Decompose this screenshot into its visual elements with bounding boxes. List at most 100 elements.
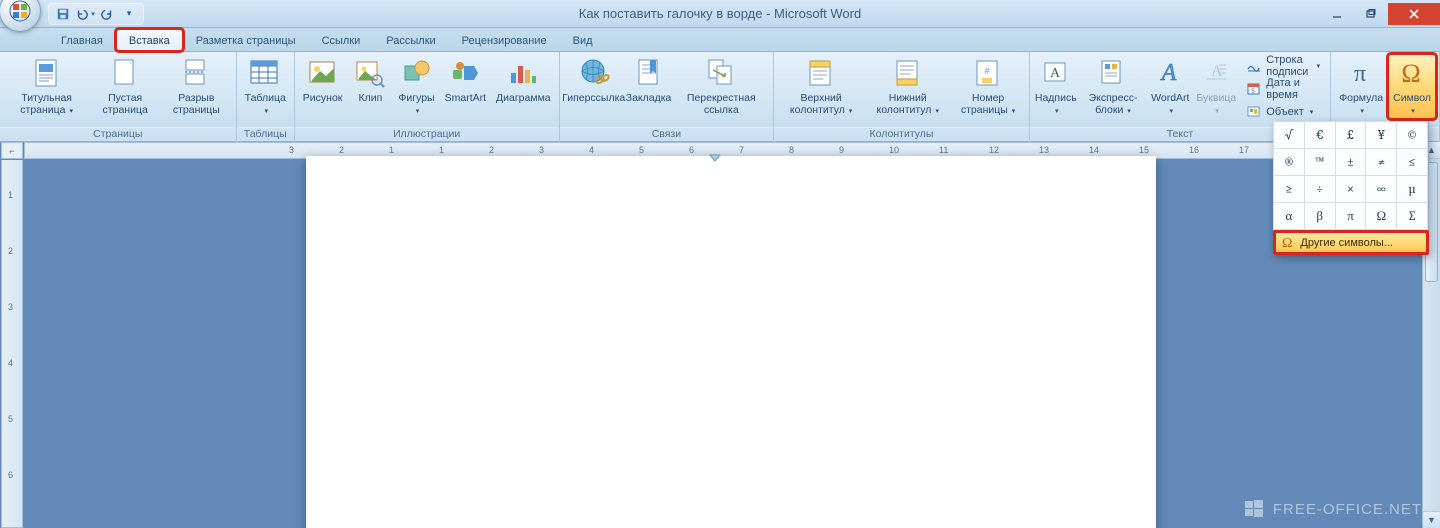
qat-customize[interactable]: ▾ [119,5,139,23]
symbol-cell[interactable]: ≥ [1273,175,1305,203]
equation-button[interactable]: π Формула▾ [1334,54,1388,119]
ruler-corner[interactable]: ⌐ [1,142,23,159]
shapes-label: Фигуры [398,92,434,104]
chart-button[interactable]: Диаграмма [491,54,556,119]
symbol-cell[interactable]: π [1335,202,1367,230]
cover-page-button[interactable]: Титульная страница ▾ [3,54,90,119]
title-bar: ▾ ▾ Как поставить галочку в ворде - Micr… [0,0,1440,28]
page-number-button[interactable]: # Номер страницы ▾ [950,54,1025,119]
group-links: Гиперссылка Закладка Перекрестная ссылка… [560,52,775,142]
clip-button[interactable]: Клип [347,54,393,119]
symbol-cell[interactable]: µ [1396,175,1428,203]
minimize-button[interactable] [1320,3,1354,25]
page-break-button[interactable]: Разрыв страницы [160,54,233,119]
symbol-cell[interactable]: £ [1335,121,1367,149]
page-break-icon [180,57,212,89]
document-page[interactable] [306,156,1156,528]
symbol-cell[interactable]: × [1335,175,1367,203]
tab-insert[interactable]: Вставка [116,29,183,51]
smartart-button[interactable]: SmartArt [440,54,491,119]
table-icon [249,57,281,89]
signature-line-button[interactable]: Строка подписи▾ [1241,55,1325,77]
symbol-cell[interactable]: € [1304,121,1336,149]
redo-icon [100,7,114,21]
table-button[interactable]: Таблица▾ [240,54,291,119]
footer-button[interactable]: Нижний колонтитул ▾ [865,54,950,119]
symbol-cell[interactable]: ÷ [1304,175,1336,203]
symbol-cell[interactable]: √ [1273,121,1305,149]
tab-home[interactable]: Главная [48,29,116,51]
wordart-icon: A [1154,57,1186,89]
symbol-cell[interactable]: ≠ [1365,148,1397,176]
tab-view[interactable]: Вид [560,29,606,51]
qat-redo[interactable] [97,5,117,23]
symbol-cell[interactable]: α [1273,202,1305,230]
blank-page-button[interactable]: Пустая страница [90,54,160,119]
symbol-cell[interactable]: ™ [1304,148,1336,176]
bookmark-button[interactable]: Закладка [625,54,673,119]
tab-page-layout[interactable]: Разметка страницы [183,29,309,51]
symbol-cell[interactable]: Ω [1365,202,1397,230]
windows-logo-icon [1243,498,1265,520]
other-symbols-label: Другие символы... [1300,237,1393,249]
restore-icon [1366,9,1376,19]
object-button[interactable]: Объект▾ [1241,101,1325,123]
wordart-button[interactable]: A WordArt▾ [1147,54,1193,119]
clip-icon [354,57,386,89]
equation-label: Формула [1339,92,1383,104]
restore-button[interactable] [1354,3,1388,25]
office-button[interactable] [0,0,41,32]
other-symbols-button[interactable]: Ω Другие символы... [1274,230,1428,254]
page-number-icon: # [972,57,1004,89]
dropcap-button[interactable]: A Буквица▾ [1193,54,1239,119]
signature-label: Строка подписи [1266,54,1310,78]
date-time-button[interactable]: 5Дата и время [1241,78,1325,100]
group-headers-label: Колонтитулы [774,127,1029,142]
symbol-cell[interactable]: ® [1273,148,1305,176]
watermark-text: FREE-OFFICE.NET [1273,501,1422,518]
vertical-ruler[interactable]: 123456 [1,160,23,528]
tab-review[interactable]: Рецензирование [449,29,560,51]
bookmark-label: Закладка [626,92,672,118]
undo-icon [75,7,89,21]
symbol-cell[interactable]: ± [1335,148,1367,176]
header-button[interactable]: Верхний колонтитул ▾ [777,54,865,119]
wordart-label: WordArt [1151,92,1189,104]
symbol-label: Символ [1393,92,1431,104]
chart-label: Диаграмма [496,92,551,118]
textbox-icon: A [1040,57,1072,89]
symbol-cell[interactable]: β [1304,202,1336,230]
shapes-button[interactable]: Фигуры▾ [393,54,439,119]
document-workspace: ⌐ 3211234567891011121314151617 123456 ▲ … [0,142,1440,528]
symbol-cell[interactable]: ∞ [1365,175,1397,203]
quick-parts-button[interactable]: Экспресс-блоки ▾ [1079,54,1148,119]
omega-icon: Ω [1282,234,1292,252]
qat-save[interactable] [53,5,73,23]
svg-text:A: A [1160,60,1177,86]
symbol-cell[interactable]: © [1396,121,1428,149]
symbol-cell[interactable]: ¥ [1365,121,1397,149]
symbol-cell[interactable]: ∑ [1396,202,1428,230]
svg-text:π: π [1354,59,1366,87]
symbol-cell[interactable]: ≤ [1396,148,1428,176]
close-button[interactable] [1388,3,1440,25]
symbol-dropdown: √€£¥©®™±≠≤≥÷×∞µαβπΩ∑ Ω Другие символы... [1273,121,1429,255]
picture-button[interactable]: Рисунок [298,54,348,119]
hyperlink-button[interactable]: Гиперссылка [563,54,625,119]
indent-marker-icon[interactable] [709,154,721,164]
tab-mailings[interactable]: Рассылки [373,29,448,51]
symbol-button[interactable]: Ω Символ▾ [1388,54,1436,119]
qat-undo[interactable]: ▾ [75,5,95,23]
cross-reference-button[interactable]: Перекрестная ссылка [672,54,770,119]
date-icon: 5 [1246,81,1262,97]
group-pages-label: Страницы [0,127,236,142]
textbox-button[interactable]: A Надпись▾ [1033,54,1079,119]
tab-references[interactable]: Ссылки [309,29,374,51]
table-label: Таблица [245,92,286,104]
ribbon: Титульная страница ▾ Пустая страница Раз… [0,52,1440,142]
footer-label: Нижний колонтитул [876,92,931,116]
cover-page-icon [31,57,63,89]
scroll-down-button[interactable]: ▼ [1423,511,1440,528]
quick-access-toolbar: ▾ ▾ [48,3,144,25]
window-buttons [1320,3,1440,25]
